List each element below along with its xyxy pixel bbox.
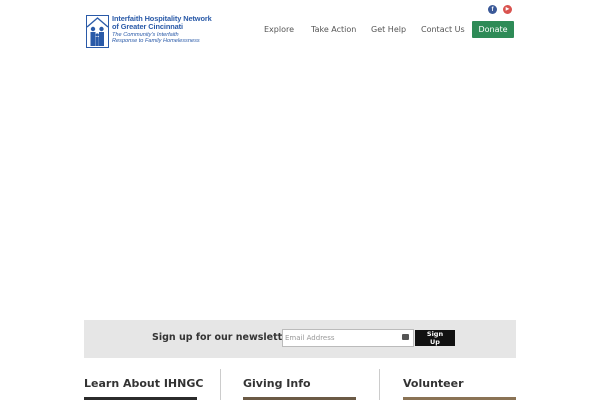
nav-get-help[interactable]: Get Help	[371, 25, 406, 34]
nav-take-action[interactable]: Take Action	[311, 25, 356, 34]
newsletter-bar: Sign up for our newsletter! Sign Up	[84, 320, 516, 358]
learn-about-heading: Learn About IHNGC	[84, 377, 204, 390]
sign-up-button[interactable]: Sign Up	[415, 330, 455, 346]
youtube-icon[interactable]: ▶	[503, 5, 512, 14]
giving-info-heading: Giving Info	[243, 377, 311, 390]
nav-contact-us[interactable]: Contact Us	[421, 25, 465, 34]
donate-button[interactable]: Donate	[472, 21, 514, 38]
column-divider	[379, 369, 380, 400]
logo-title-line-2: of Greater Cincinnati	[112, 22, 183, 32]
logo-title-line-1: Interfaith Hospitality Network	[112, 14, 212, 23]
email-field[interactable]	[282, 329, 414, 347]
volunteer-heading: Volunteer	[403, 377, 464, 390]
logo-tagline-line-2: Response to Family Homelessness	[112, 38, 200, 45]
column-divider	[220, 369, 221, 400]
contact-card-icon	[402, 334, 409, 340]
nav-explore[interactable]: Explore	[264, 25, 294, 34]
newsletter-label: Sign up for our newsletter!	[152, 332, 298, 343]
site-logo[interactable]: Interfaith Hospitality Network of Greate…	[86, 15, 216, 50]
facebook-icon[interactable]: f	[488, 5, 497, 14]
family-house-logo-icon	[86, 15, 109, 48]
